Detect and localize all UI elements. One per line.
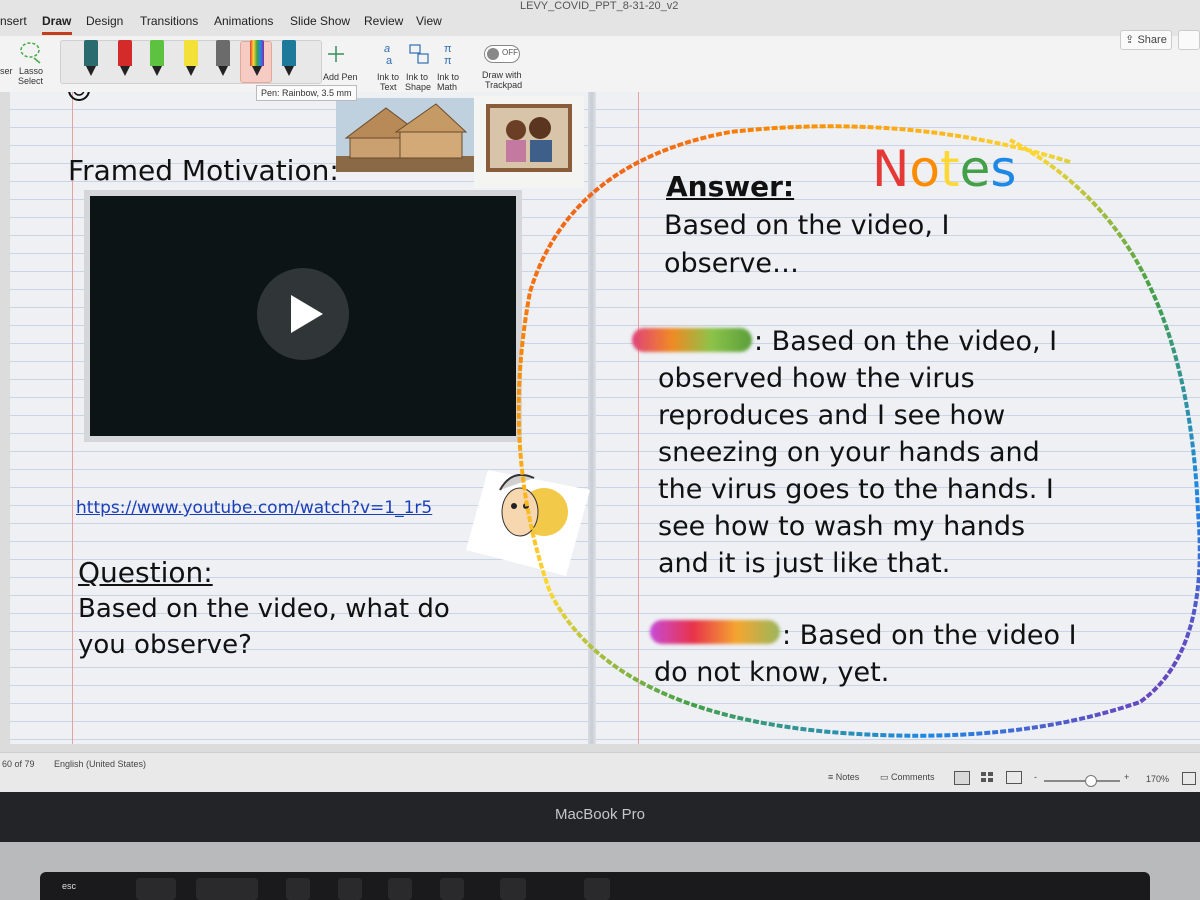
tab-design[interactable]: Design	[86, 14, 123, 28]
pen-body	[250, 40, 264, 66]
rainbow-ink-circle	[516, 124, 1200, 738]
notes-label: Notes	[835, 772, 860, 782]
tab-slide-show[interactable]: Slide Show	[290, 14, 350, 28]
svg-text:π: π	[444, 55, 452, 66]
slide-count: 60 of 79	[2, 759, 35, 769]
zoom-slider-knob[interactable]	[1085, 775, 1097, 787]
ink-to-math-label-1: Ink to	[437, 72, 460, 82]
lasso-label-line1: Lasso	[19, 66, 44, 76]
touchbar-key-2[interactable]	[196, 878, 258, 900]
pen-tip	[186, 66, 196, 76]
touchbar-key-1[interactable]	[136, 878, 176, 900]
draw-with-trackpad-toggle[interactable]: OFF	[484, 45, 520, 63]
lasso-label-line2: Select	[18, 76, 44, 86]
esc-key[interactable]: esc	[62, 881, 76, 891]
yellow-highlighter-icon[interactable]	[184, 40, 198, 78]
ink-to-shape-label-1: Ink to	[406, 72, 429, 82]
toggle-state: OFF	[502, 48, 518, 57]
normal-view-icon[interactable]	[954, 771, 970, 785]
ink-to-shape-label-2: Shape	[405, 82, 432, 92]
pen-tip	[152, 66, 162, 76]
galaxy-teal-pen-icon[interactable]	[84, 40, 98, 78]
pen-body	[282, 40, 296, 66]
lasso-icon[interactable]	[18, 40, 44, 64]
presenter-view-icon[interactable]	[1006, 771, 1022, 784]
add-pen-icon[interactable]	[326, 44, 346, 64]
red-pen-icon[interactable]	[118, 40, 132, 78]
add-pen-label[interactable]: Add Pen	[323, 72, 358, 82]
pen-tip	[120, 66, 130, 76]
share-icon: ⇪	[1125, 34, 1138, 46]
svg-text:π: π	[444, 43, 452, 55]
pen-body	[184, 40, 198, 66]
ink-to-math-label-2: Math	[437, 82, 458, 92]
pen-body	[84, 40, 98, 66]
ink-to-text-label-2: Text	[380, 82, 397, 92]
language[interactable]: English (United States)	[54, 759, 146, 769]
notes-button[interactable]: ≡ Notes	[828, 772, 859, 782]
touchbar-key-5[interactable]	[388, 878, 412, 900]
ocean-pen-icon[interactable]	[282, 40, 296, 78]
pen-tip	[284, 66, 294, 76]
green-pen-icon[interactable]	[150, 40, 164, 78]
laptop-brand: MacBook Pro	[554, 806, 646, 823]
ink-to-shape-icon[interactable]	[406, 42, 432, 66]
slide-sorter-icon[interactable]	[980, 771, 994, 783]
active-tab-indicator	[42, 32, 72, 35]
pen-tooltip: Pen: Rainbow, 3.5 mm	[256, 85, 357, 101]
screen: nsert Draw Design Transitions Animations…	[0, 0, 1200, 792]
ribbon-tabs: nsert Draw Design Transitions Animations…	[0, 0, 1200, 36]
ink-to-text-label-1: Ink to	[377, 72, 400, 82]
comments-icon[interactable]	[1178, 30, 1200, 50]
touchbar-key-6[interactable]	[440, 878, 464, 900]
comments-label: Comments	[891, 772, 935, 782]
gray-pencil-icon[interactable]	[216, 40, 230, 78]
tab-draw[interactable]: Draw	[42, 14, 71, 28]
ink-to-text-icon[interactable]: a a	[378, 42, 402, 66]
trackpad-label-1: Draw with	[482, 70, 522, 80]
touchbar-key-4[interactable]	[338, 878, 362, 900]
ink-to-math-icon[interactable]: π π	[436, 42, 460, 66]
toggle-knob	[487, 48, 499, 60]
pen-tip	[252, 66, 262, 76]
eraser-label[interactable]: ser	[0, 66, 13, 76]
zoom-in-button[interactable]: +	[1124, 772, 1129, 782]
document-title: LEVY_COVID_PPT_8-31-20_v2	[520, 0, 679, 12]
svg-text:a: a	[384, 43, 390, 55]
zoom-level[interactable]: 170%	[1146, 774, 1169, 784]
touchbar-key-7[interactable]	[500, 878, 526, 900]
svg-text:a: a	[386, 55, 393, 66]
status-bar: 60 of 79 English (United States) ≡ Notes…	[0, 752, 1200, 792]
comments-button[interactable]: ▭ Comments	[880, 772, 935, 783]
pen-body	[216, 40, 230, 66]
tab-animations[interactable]: Animations	[214, 14, 273, 28]
tab-view[interactable]: View	[416, 14, 442, 28]
fit-to-window-icon[interactable]	[1182, 772, 1196, 785]
pen-tip	[86, 66, 96, 76]
tab-insert[interactable]: nsert	[0, 14, 27, 28]
pen-body	[150, 40, 164, 66]
tab-review[interactable]: Review	[364, 14, 403, 28]
share-button[interactable]: ⇪ Share	[1120, 30, 1172, 50]
touchbar-key-3[interactable]	[286, 878, 310, 900]
pen-tip	[218, 66, 228, 76]
slide[interactable]: Framed Motivation: https://www.youtube.c…	[10, 92, 1200, 744]
share-label: Share	[1137, 34, 1167, 46]
tab-transitions[interactable]: Transitions	[140, 14, 198, 28]
zoom-slider[interactable]	[1044, 780, 1120, 782]
zoom-out-button[interactable]: -	[1034, 772, 1037, 782]
touchbar-key-8[interactable]	[584, 878, 610, 900]
trackpad-label-2: Trackpad	[485, 80, 523, 90]
pen-body	[118, 40, 132, 66]
rainbow-pen-icon[interactable]	[250, 40, 264, 78]
